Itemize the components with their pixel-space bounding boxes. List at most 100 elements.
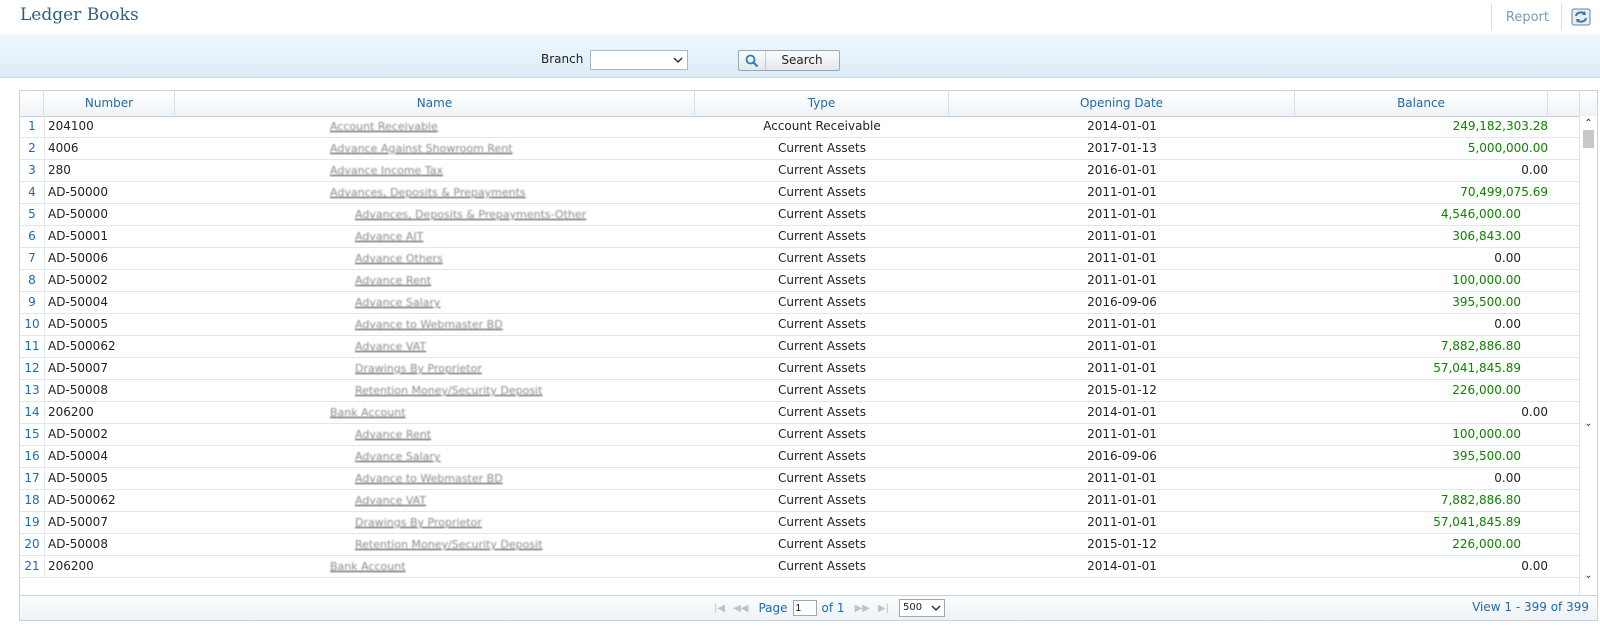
prev-page-icon[interactable]: ◀◀ [733,603,748,614]
scroll-down-icon[interactable]: ⌄ [1580,416,1597,430]
next-page-icon[interactable]: ▶▶ [855,603,870,614]
column-header-balance[interactable]: Balance [1295,91,1548,116]
first-page-icon[interactable]: |◀ [714,603,725,614]
cell-number: AD-50008 [44,534,175,555]
table-row[interactable]: 20 AD-50008 Retention Money/Security Depos… [20,534,1580,556]
ledger-name-link[interactable]: Advance Others [355,248,443,269]
cell-number: AD-50008 [44,380,175,401]
table-row[interactable]: 19 AD-50007 Drawings By Proprietor Current … [20,512,1580,534]
column-header-spacer [1548,91,1580,116]
cell-opening-date: 2011-01-01 [1087,251,1157,265]
cell-type: Current Assets [778,537,866,551]
cell-type: Current Assets [778,185,866,199]
last-page-icon[interactable]: ▶| [878,603,889,614]
cell-name: Retention Money/Security Deposit [175,534,695,555]
cell-name: Account Receivable [175,116,695,137]
table-row[interactable]: 15 AD-50002 Advance Rent Current Assets 2011… [20,424,1580,446]
cell-type: Current Assets [778,339,866,353]
cell-opening-date: 2011-01-01 [1087,493,1157,507]
column-header-opening-date[interactable]: Opening Date [949,91,1295,116]
row-index: 13 [24,383,40,397]
table-row[interactable]: 4 AD-50000 Advances, Deposits & Prepayment… [20,182,1580,204]
table-row[interactable]: 10 AD-50005 Advance to Webmaster BD Current… [20,314,1580,336]
ledger-name-link[interactable]: Drawings By Proprietor [355,358,482,379]
cell-type: Current Assets [778,229,866,243]
cell-balance: 0.00 [1494,317,1521,331]
ledger-name-link[interactable]: Advance Rent [355,424,431,445]
table-row[interactable]: 17 AD-50005 Advance to Webmaster BD Current… [20,468,1580,490]
page-size-select[interactable]: 500 [898,599,945,617]
cell-name: Advance Income Tax [175,160,695,181]
table-row[interactable]: 12 AD-50007 Drawings By Proprietor Current … [20,358,1580,380]
ledger-name-link[interactable]: Advance AIT [355,226,423,247]
ledger-name-link[interactable]: Bank Account [330,402,406,423]
cell-type: Current Assets [778,207,866,221]
ledger-name-link[interactable]: Advance VAT [355,336,426,357]
cell-type: Account Receivable [763,119,881,133]
table-row[interactable]: 13 AD-50008 Retention Money/Security Depos… [20,380,1580,402]
scrollbar-thumb[interactable] [1583,130,1594,148]
table-row[interactable]: 7 AD-50006 Advance Others Current Assets 201… [20,248,1580,270]
row-index: 11 [24,339,40,353]
branch-select[interactable] [590,50,688,70]
title-bar: Ledger Books Report [0,0,1600,35]
table-row[interactable]: 14 206200 Bank Account Current Assets 2014-0… [20,402,1580,424]
ledger-name-link[interactable]: Advance Income Tax [330,160,443,181]
row-index: 17 [24,471,40,485]
cell-balance: 249,182,303.28 [1452,119,1548,133]
cell-number: AD-50000 [44,182,175,203]
table-row[interactable]: 6 AD-50001 Advance AIT Current Assets 2011-0… [20,226,1580,248]
search-button[interactable]: Search [738,50,840,71]
cell-name: Advance Against Showroom Rent [175,138,695,159]
cell-number: AD-50004 [44,446,175,467]
page-input[interactable] [792,600,817,616]
scroll-down-icon[interactable]: ⌄ [1580,568,1597,582]
row-index: 21 [24,559,40,573]
row-index: 4 [28,185,36,199]
column-header-name[interactable]: Name [175,91,695,116]
cell-number: AD-50000 [44,204,175,225]
ledger-name-link[interactable]: Advance to Webmaster BD [355,468,503,489]
ledger-name-link[interactable]: Drawings By Proprietor [355,512,482,533]
cell-name: Retention Money/Security Deposit [175,380,695,401]
table-row[interactable]: 3 280 Advance Income Tax Current Assets 2016… [20,160,1580,182]
ledger-name-link[interactable]: Bank Account [330,556,406,577]
ledger-name-link[interactable]: Advances, Deposits & Prepayments [330,182,526,203]
ledger-name-link[interactable]: Retention Money/Security Deposit [355,534,542,555]
ledger-name-link[interactable]: Advance VAT [355,490,426,511]
ledger-name-link[interactable]: Advance Salary [355,292,440,313]
row-index: 18 [24,493,40,507]
table-row[interactable]: 21 206200 Bank Account Current Assets 2014-0… [20,556,1580,578]
table-row[interactable]: 8 AD-50002 Advance Rent Current Assets 2011-… [20,270,1580,292]
table-row[interactable]: 11 AD-500062 Advance VAT Current Assets 2011… [20,336,1580,358]
refresh-button[interactable] [1562,4,1600,30]
ledger-name-link[interactable]: Advance to Webmaster BD [355,314,503,335]
table-row[interactable]: 1 204100 Account Receivable Account Receiva… [20,116,1580,138]
ledger-name-link[interactable]: Advance Salary [355,446,440,467]
cell-name: Advance Others [175,248,695,269]
scroll-up-icon[interactable]: ⌃ [1580,116,1597,130]
cell-name: Advance Salary [175,446,695,467]
column-header-number[interactable]: Number [44,91,175,116]
table-row[interactable]: 16 AD-50004 Advance Salary Current Assets 20… [20,446,1580,468]
ledger-name-link[interactable]: Retention Money/Security Deposit [355,380,542,401]
table-row[interactable]: 5 AD-50000 Advances, Deposits & Prepayment… [20,204,1580,226]
cell-name: Advance VAT [175,490,695,511]
cell-balance: 7,882,886.80 [1440,339,1521,353]
vertical-scrollbar[interactable]: ⌃ ⌄ ⌄ [1579,116,1597,599]
report-button[interactable]: Report [1492,10,1561,25]
row-index: 10 [24,317,40,331]
column-header-type[interactable]: Type [695,91,949,116]
table-row[interactable]: 18 AD-500062 Advance VAT Current Assets 2011… [20,490,1580,512]
cell-number: AD-50005 [44,468,175,489]
ledger-name-link[interactable]: Advance Against Showroom Rent [330,138,513,159]
ledger-name-link[interactable]: Advances, Deposits & Prepayments-Other [355,204,586,225]
ledger-name-link[interactable]: Advance Rent [355,270,431,291]
table-row[interactable]: 9 AD-50004 Advance Salary Current Assets 201… [20,292,1580,314]
ledger-name-link[interactable]: Account Receivable [330,116,438,137]
cell-balance: 0.00 [1521,559,1548,573]
cell-number: AD-500062 [44,490,175,511]
cell-number: AD-50007 [44,358,175,379]
table-row[interactable]: 2 4006 Advance Against Showroom Rent Curren… [20,138,1580,160]
pager: |◀ ◀◀ Page of 1 ▶▶ ▶| 500 [710,598,945,618]
